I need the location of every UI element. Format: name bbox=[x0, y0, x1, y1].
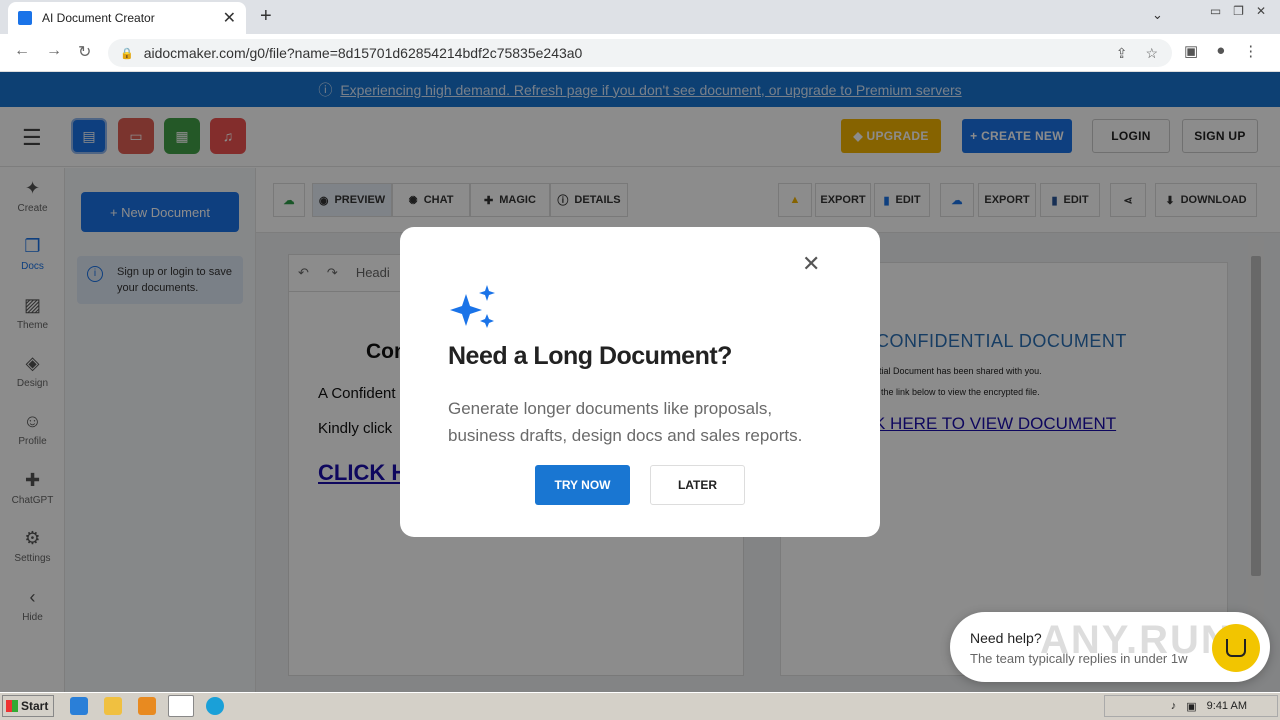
window-close-icon[interactable]: ✕ bbox=[1256, 4, 1266, 18]
omnibox[interactable]: 🔒 aidocmaker.com/g0/file?name=8d15701d62… bbox=[108, 39, 1172, 67]
tab-close-icon[interactable]: ✕ bbox=[223, 8, 236, 28]
start-button[interactable]: Start bbox=[2, 695, 54, 717]
tab-title: AI Document Creator bbox=[42, 11, 155, 25]
later-button[interactable]: LATER bbox=[650, 465, 745, 505]
ie-icon[interactable] bbox=[70, 697, 88, 715]
try-now-button[interactable]: TRY NOW bbox=[535, 465, 630, 505]
chat-icon bbox=[1226, 639, 1246, 657]
help-title: Need help? bbox=[970, 630, 1042, 646]
tab-search-chevron-icon[interactable]: ⌄ bbox=[1152, 7, 1163, 23]
back-icon[interactable]: ← bbox=[14, 42, 30, 60]
folder-icon[interactable] bbox=[104, 697, 122, 715]
close-icon[interactable]: ✕ bbox=[802, 251, 820, 277]
clock: 9:41 AM bbox=[1206, 700, 1247, 712]
forward-icon[interactable]: → bbox=[46, 42, 62, 60]
sidepanel-icon[interactable]: ▣ bbox=[1184, 42, 1198, 60]
network-icon[interactable]: ▣ bbox=[1186, 700, 1196, 713]
window-controls: ▭ ❐ ✕ bbox=[1210, 4, 1266, 18]
edge-icon[interactable] bbox=[206, 697, 224, 715]
reload-icon[interactable]: ↻ bbox=[78, 42, 91, 62]
chrome-taskbar-icon[interactable] bbox=[168, 695, 194, 717]
sparkle-icon bbox=[450, 285, 495, 328]
profile-avatar-icon[interactable]: ● bbox=[1216, 42, 1225, 60]
modal-body: Generate longer documents like proposals… bbox=[448, 399, 803, 445]
system-tray: ♪ ▣ 9:41 AM bbox=[1104, 695, 1278, 717]
windows-logo-icon bbox=[6, 700, 18, 712]
new-tab-button[interactable]: + bbox=[260, 5, 272, 28]
docs-favicon-icon bbox=[18, 11, 32, 25]
share-icon[interactable]: ⇪ bbox=[1116, 45, 1128, 62]
help-subtitle: The team typically replies in under 1w bbox=[970, 651, 1188, 666]
menu-icon[interactable]: ⋮ bbox=[1243, 42, 1258, 60]
url-text: aidocmaker.com/g0/file?name=8d15701d6285… bbox=[143, 45, 583, 61]
speaker-icon[interactable]: ♪ bbox=[1171, 700, 1177, 712]
chat-launcher-button[interactable] bbox=[1212, 624, 1260, 672]
lock-icon: 🔒 bbox=[120, 47, 134, 60]
minimize-icon[interactable]: ▭ bbox=[1210, 4, 1221, 18]
browser-tab[interactable]: AI Document Creator ✕ bbox=[8, 2, 246, 34]
restore-icon[interactable]: ❐ bbox=[1233, 4, 1244, 18]
star-icon[interactable]: ☆ bbox=[1145, 45, 1158, 62]
media-player-icon[interactable] bbox=[138, 697, 156, 715]
modal-title: Need a Long Document? bbox=[448, 342, 732, 370]
